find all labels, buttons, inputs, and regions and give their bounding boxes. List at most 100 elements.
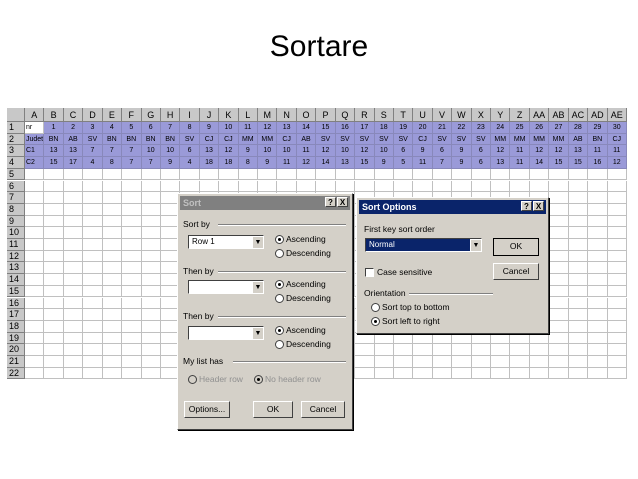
sheet-cell[interactable]: 7 [122, 157, 142, 169]
sheet-cell[interactable] [25, 344, 45, 356]
sheet-cell[interactable] [374, 180, 394, 193]
sheet-cell[interactable]: C2 [25, 157, 45, 169]
chevron-down-icon[interactable]: ▼ [252, 281, 263, 293]
sheet-cell[interactable] [63, 192, 84, 204]
sheet-cell[interactable] [588, 320, 608, 333]
sheet-cell[interactable] [25, 262, 45, 275]
sheet-cell[interactable] [141, 239, 161, 251]
sheet-cell[interactable]: AB [568, 133, 589, 146]
sheet-cell[interactable] [393, 168, 414, 181]
sheet-cell[interactable]: 17 [355, 122, 375, 134]
sheet-cell[interactable]: 12 [529, 145, 550, 158]
row-header[interactable]: 20 [7, 344, 25, 356]
column-header[interactable]: H [160, 108, 181, 122]
left-to-right-radio[interactable] [371, 317, 380, 326]
column-header[interactable]: L [238, 108, 259, 122]
sheet-cell[interactable] [141, 320, 161, 333]
sheet-cell[interactable]: 17 [63, 157, 84, 169]
sheet-cell[interactable]: 1 [44, 122, 64, 134]
sheet-cell[interactable] [471, 180, 492, 193]
sheet-cell[interactable] [63, 344, 84, 356]
sheet-cell[interactable] [25, 285, 45, 298]
sheet-cell[interactable]: 4 [102, 122, 123, 134]
sheet-cell[interactable] [549, 332, 569, 345]
sheet-cell[interactable]: 20 [413, 122, 433, 134]
sheet-cell[interactable]: BN [44, 133, 64, 146]
sheet-cell[interactable]: 29 [588, 122, 608, 134]
sheet-cell[interactable] [588, 168, 608, 181]
sheet-cell[interactable] [122, 367, 142, 380]
sheet-cell[interactable]: 18 [374, 122, 394, 134]
sheet-cell[interactable] [607, 250, 627, 263]
sheet-cell[interactable] [529, 356, 550, 368]
row-header[interactable]: 22 [7, 367, 25, 380]
sheet-cell[interactable] [44, 309, 64, 321]
sheet-cell[interactable]: nr [25, 122, 45, 134]
sheet-cell[interactable] [83, 297, 103, 310]
help-button[interactable]: ? [325, 197, 336, 207]
sheet-cell[interactable] [568, 309, 589, 321]
sheet-cell[interactable] [568, 320, 589, 333]
header-row-radio[interactable] [188, 375, 197, 384]
sort-by-descending-label[interactable]: Descending [286, 248, 331, 258]
sheet-cell[interactable]: 27 [549, 122, 569, 134]
sheet-cell[interactable] [141, 203, 161, 216]
sheet-cell[interactable]: MM [238, 133, 259, 146]
sheet-cell[interactable] [83, 367, 103, 380]
sheet-cell[interactable] [452, 180, 472, 193]
sheet-cell[interactable] [102, 192, 123, 204]
column-header[interactable]: W [452, 108, 472, 122]
sheet-cell[interactable]: 3 [83, 122, 103, 134]
then-by-2-descending-radio[interactable] [275, 340, 284, 349]
sheet-cell[interactable] [491, 332, 511, 345]
sheet-cell[interactable] [219, 180, 239, 193]
chevron-down-icon[interactable]: ▼ [252, 236, 263, 248]
sheet-cell[interactable] [199, 168, 220, 181]
sheet-cell[interactable] [510, 344, 530, 356]
options-button[interactable]: Options... [184, 401, 230, 418]
sort-by-descending-radio[interactable] [275, 249, 284, 258]
sheet-cell[interactable] [413, 332, 433, 345]
sheet-cell[interactable] [568, 250, 589, 263]
sheet-cell[interactable] [549, 367, 569, 380]
row-header[interactable]: 1 [7, 122, 25, 134]
sheet-cell[interactable] [141, 285, 161, 298]
sheet-cell[interactable] [83, 250, 103, 263]
row-header[interactable]: 12 [7, 250, 25, 263]
sheet-cell[interactable] [122, 344, 142, 356]
then-by-1-ascending-radio[interactable] [275, 280, 284, 289]
sheet-cell[interactable] [83, 168, 103, 181]
sheet-cell[interactable] [568, 344, 589, 356]
sheet-cell[interactable] [258, 180, 278, 193]
sheet-cell[interactable]: 15 [549, 157, 569, 169]
sheet-cell[interactable] [63, 320, 84, 333]
sheet-cell[interactable] [588, 192, 608, 204]
sheet-cell[interactable]: MM [258, 133, 278, 146]
sheet-cell[interactable]: 14 [529, 157, 550, 169]
sheet-cell[interactable] [588, 203, 608, 216]
row-header[interactable]: 14 [7, 274, 25, 286]
sheet-cell[interactable] [549, 309, 569, 321]
sheet-cell[interactable]: 15 [355, 157, 375, 169]
sheet-cell[interactable] [102, 297, 123, 310]
sheet-cell[interactable] [510, 367, 530, 380]
sheet-cell[interactable] [122, 239, 142, 251]
sheet-cell[interactable] [122, 262, 142, 275]
sheet-cell[interactable] [393, 344, 414, 356]
then-by-1-ascending-label[interactable]: Ascending [286, 279, 326, 289]
sheet-cell[interactable] [25, 332, 45, 345]
sheet-cell[interactable]: 30 [607, 122, 627, 134]
sheet-cell[interactable] [471, 344, 492, 356]
sheet-cell[interactable] [471, 367, 492, 380]
sheet-cell[interactable] [102, 320, 123, 333]
sheet-cell[interactable]: 12 [219, 145, 239, 158]
sheet-cell[interactable]: 5 [393, 157, 414, 169]
sheet-cell[interactable] [607, 344, 627, 356]
sheet-cell[interactable] [258, 168, 278, 181]
sheet-cell[interactable] [238, 168, 259, 181]
sheet-cell[interactable] [141, 180, 161, 193]
row-header[interactable]: 5 [7, 168, 25, 181]
column-header[interactable]: P [316, 108, 336, 122]
sheet-cell[interactable] [83, 180, 103, 193]
sheet-cell[interactable] [102, 356, 123, 368]
